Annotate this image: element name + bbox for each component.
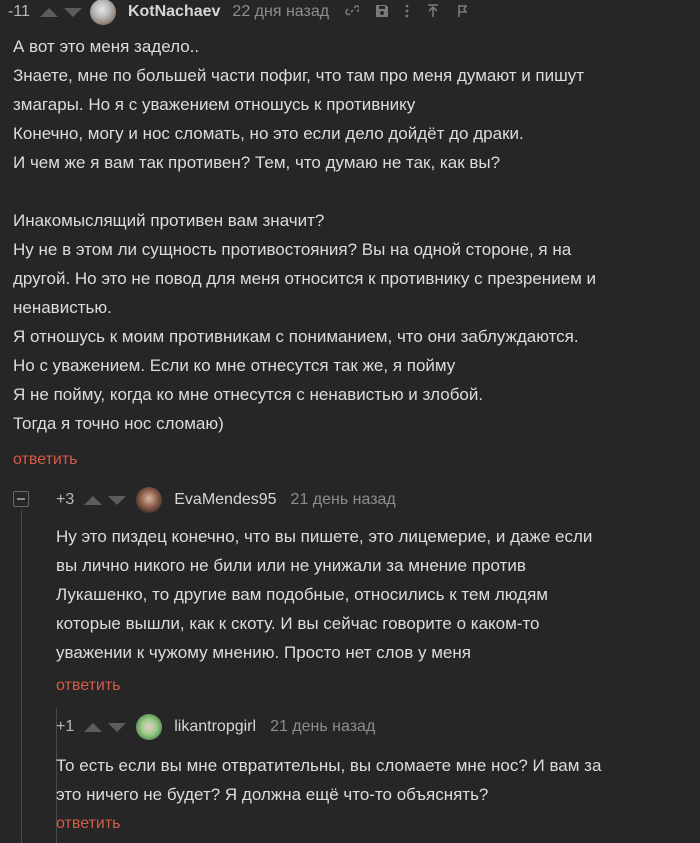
downvote-icon[interactable] [108, 495, 127, 505]
comment-line: Ну это пиздец конечно, что вы пишете, эт… [56, 527, 593, 546]
downvote-icon[interactable] [108, 722, 127, 732]
comment-line: Тогда я точно нос сломаю) [13, 414, 224, 433]
comment-line: которые вышли, как к скоту. И вы сейчас … [56, 614, 540, 633]
avatar[interactable] [136, 714, 163, 740]
comment-date[interactable]: 22 дня назад [232, 3, 329, 21]
comment-line: То есть если вы мне отвратительны, вы сл… [56, 756, 602, 775]
bookmark-icon[interactable] [457, 4, 469, 21]
comment-header: +3 EvaMendes95 21 день назад [56, 487, 396, 513]
downvote-icon[interactable] [63, 7, 82, 17]
comment-rating: +3 [56, 491, 75, 508]
thread-branch-line[interactable] [21, 510, 22, 843]
comment-date[interactable]: 21 день назад [291, 491, 396, 509]
comment-line: Инакомыслящий противен вам значит? [13, 211, 325, 230]
comment-line [13, 177, 693, 206]
comment-line: другой. Но это не повод для меня относит… [13, 269, 597, 288]
comment-line: Лукашенко, то другие вам подобные, относ… [56, 585, 548, 604]
comment-body: То есть если вы мне отвратительны, вы сл… [56, 751, 696, 809]
comment-line: А вот это меня задело.. [13, 37, 200, 56]
reply-link[interactable]: ответить [56, 815, 121, 833]
more-icon[interactable] [405, 4, 409, 21]
comment-date[interactable]: 21 день назад [270, 718, 375, 736]
comment-line: ненавистью. [13, 298, 112, 317]
comment-body: Ну это пиздец конечно, что вы пишете, эт… [56, 522, 696, 667]
reply-link[interactable]: ответить [56, 677, 121, 695]
comment-line: Конечно, могу и нос сломать, но это если… [13, 124, 524, 143]
comment-body: А вот это меня задело.. Знаете, мне по б… [13, 32, 693, 438]
comment-line: Знаете, мне по большей части пофиг, что … [13, 66, 585, 85]
avatar[interactable] [89, 0, 116, 25]
comment-rating: -11 [8, 3, 30, 20]
save-icon[interactable] [375, 4, 389, 21]
link-icon[interactable] [345, 4, 361, 21]
comment-author[interactable]: likantropgirl [174, 718, 256, 736]
comment-line: Я отношусь к моим противникам с понимани… [13, 327, 579, 346]
comment-author[interactable]: KotNachaev [128, 3, 220, 21]
upvote-icon[interactable] [84, 495, 103, 505]
comment-line: вы лично никого не били или не унижали з… [56, 556, 526, 575]
reply-link[interactable]: ответить [13, 451, 78, 469]
avatar[interactable] [136, 487, 163, 513]
comment-line: это ничего не будет? Я должна ещё что-то… [56, 785, 489, 804]
comment-line: Ну не в этом ли сущность противостояния?… [13, 240, 572, 259]
scroll-up-icon[interactable] [427, 3, 439, 21]
comment-line: змагары. Но я с уважением отношусь к про… [13, 95, 416, 114]
comment-header: -11 KotNachaev 22 дня назад [8, 0, 469, 25]
upvote-icon[interactable] [39, 7, 58, 17]
comment-line: Я не пойму, когда ко мне отнесутся с нен… [13, 385, 484, 404]
comment-rating: +1 [56, 718, 75, 735]
comment-author[interactable]: EvaMendes95 [174, 491, 276, 509]
comment-line: Но с уважением. Если ко мне отнесутся та… [13, 356, 456, 375]
upvote-icon[interactable] [84, 722, 103, 732]
comment-line: уважении к чужому мнению. Просто нет сло… [56, 643, 471, 662]
comment-line: И чем же я вам так противен? Тем, что ду… [13, 153, 501, 172]
comment-header: +1 likantropgirl 21 день назад [56, 714, 375, 740]
collapse-thread-button[interactable] [13, 491, 29, 507]
